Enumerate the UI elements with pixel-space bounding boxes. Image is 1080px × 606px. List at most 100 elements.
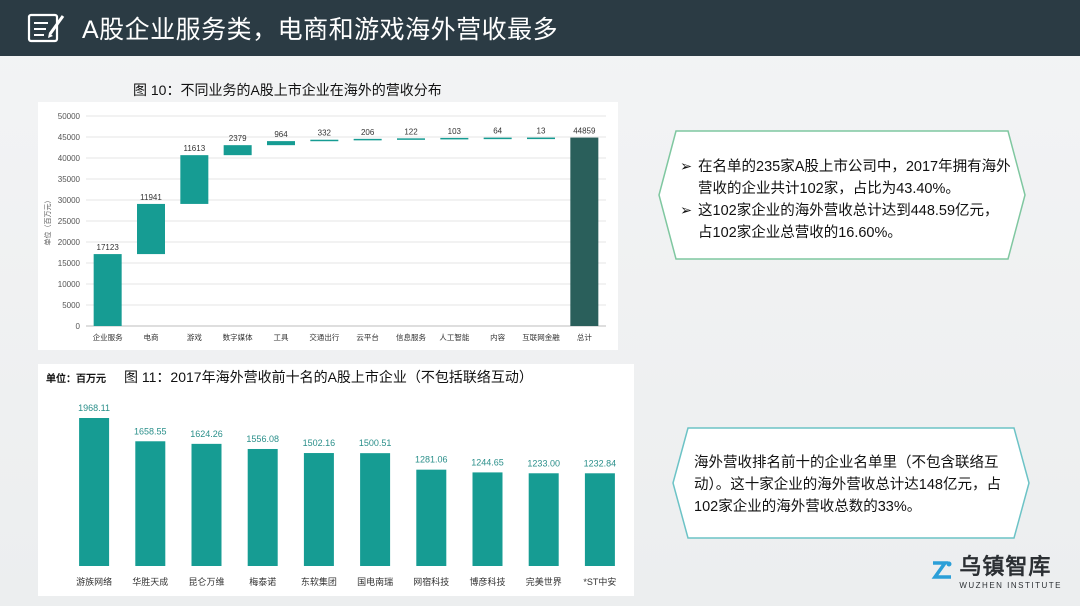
waterfall-bar <box>310 139 339 142</box>
company-bar <box>528 473 559 566</box>
x-tick-label: 网宿科技 <box>413 576 449 587</box>
waterfall-bar <box>180 155 209 204</box>
x-tick-label: 企业服务 <box>93 332 123 342</box>
data-label: 1624.26 <box>190 429 223 439</box>
x-tick-label: 游族网络 <box>76 576 112 587</box>
x-tick-label: 游戏 <box>187 332 202 342</box>
y-tick-label: 0 <box>76 322 81 331</box>
data-label: 1244.65 <box>471 457 504 467</box>
logo-zh: 乌镇智库 <box>959 554 1052 579</box>
x-tick-label: 电商 <box>144 332 159 342</box>
y-tick-label: 10000 <box>58 280 81 289</box>
data-label: 1502.16 <box>303 438 336 448</box>
waterfall-chart: 0 5000 10000 15000 20000 25000 30000 35000 40000… <box>43 112 606 342</box>
x-tick-label: 总计 <box>577 332 592 342</box>
data-label: 11941 <box>140 193 162 202</box>
company-bar <box>472 472 503 566</box>
waterfall-bar <box>397 138 425 140</box>
data-label: 122 <box>404 127 418 136</box>
y-tick-label: 25000 <box>58 217 81 226</box>
waterfall-bar <box>93 254 122 326</box>
data-label: 1232.84 <box>584 458 617 468</box>
data-label: 1500.51 <box>359 438 392 448</box>
x-tick-label: 博彦科技 <box>469 576 505 587</box>
data-label: 964 <box>274 130 288 139</box>
data-label: 1658.55 <box>134 426 167 436</box>
company-bar <box>303 453 334 566</box>
company-bar <box>79 418 110 566</box>
logo-mark-icon <box>931 560 952 579</box>
y-tick-label: 45000 <box>58 133 81 142</box>
wuzhen-logo: 乌镇智库 WUZHEN INSTITUTE <box>929 549 1062 590</box>
callout1-bullet: ➢ 在名单的235家A股上市公司中，2017年拥有海外营收的企业共计102家，占… <box>680 156 1012 200</box>
figure10-panel: 0 5000 10000 15000 20000 25000 30000 35000 40000… <box>38 102 618 350</box>
data-label: 1556.08 <box>246 434 279 444</box>
figure11-title: 图 11：2017年海外营收前十名的A股上市企业（不包括联络互动） <box>124 369 533 385</box>
waterfall-bar <box>137 203 165 255</box>
figure11-panel: 单位：百万元 图 11：2017年海外营收前十名的A股上市企业（不包括联络互动）… <box>38 364 634 596</box>
waterfall-bar <box>440 137 469 140</box>
waterfall-bar <box>353 138 382 141</box>
x-tick-label: *ST中安 <box>583 576 616 587</box>
callout2-text: 海外营收排名前十的企业名单里（不包含联络互动）。这十家企业的海外营收总计达148… <box>694 455 1001 515</box>
x-tick-label: 内容 <box>490 332 505 342</box>
x-tick-label: 昆仑万维 <box>188 576 224 587</box>
company-bar <box>584 473 615 566</box>
x-tick-label: 交通出行 <box>309 332 339 342</box>
callout1-bullet: ➢ 这102家企业的海外营收总计达到448.59亿元，占102家企业总营收的16… <box>680 200 1012 244</box>
page-title: A股企业服务类，电商和游戏海外营收最多 <box>82 16 559 44</box>
data-label: 44859 <box>573 127 596 136</box>
waterfall-bar <box>223 145 252 156</box>
data-label: 17123 <box>97 243 120 252</box>
logo-en: WUZHEN INSTITUTE <box>959 581 1062 590</box>
y-axis-label: 单位（百万元） <box>43 197 52 246</box>
y-tick-label: 35000 <box>58 175 81 184</box>
waterfall-bar <box>267 141 295 146</box>
callout-box-1: ➢ 在名单的235家A股上市公司中，2017年拥有海外营收的企业共计102家，占… <box>658 130 1026 260</box>
x-tick-label: 人工智能 <box>439 332 469 342</box>
header-bar: A股企业服务类，电商和游戏海外营收最多 <box>0 0 1080 56</box>
figure11-unit: 单位：百万元 <box>46 374 106 385</box>
y-tick-label: 20000 <box>58 238 81 247</box>
data-label: 2379 <box>229 134 247 143</box>
x-tick-label: 完美世界 <box>526 576 562 587</box>
y-tick-label: 40000 <box>58 154 81 163</box>
company-bar <box>135 441 166 566</box>
data-label: 1281.06 <box>415 455 448 465</box>
x-tick-label: 云平台 <box>356 332 379 342</box>
company-bar <box>416 469 447 566</box>
callout-box-2: 海外营收排名前十的企业名单里（不包含联络互动）。这十家企业的海外营收总计达148… <box>672 427 1030 539</box>
top10-bar-chart: 1968.11 游族网络 1658.55 华胜天成 1624.26 昆仑万维 1556.08… <box>76 403 617 587</box>
x-tick-label: 信息服务 <box>396 332 426 342</box>
data-label: 332 <box>318 129 332 138</box>
data-label: 13 <box>537 127 546 136</box>
y-tick-label: 50000 <box>58 112 81 121</box>
company-bar <box>360 453 391 566</box>
data-label: 103 <box>448 127 462 136</box>
arrow-bullet-icon: ➢ <box>680 203 693 219</box>
y-tick-label: 30000 <box>58 196 81 205</box>
data-label: 11613 <box>184 144 206 153</box>
waterfall-bar <box>570 137 599 326</box>
data-label: 1968.11 <box>78 403 110 413</box>
x-tick-label: 梅泰诺 <box>249 576 276 587</box>
waterfall-bar <box>483 137 512 140</box>
y-tick-label: 15000 <box>58 259 81 268</box>
x-tick-label: 华胜天成 <box>132 576 168 587</box>
callout1-bullet-text: 这102家企业的海外营收总计达到448.59亿元，占102家企业总营收的16.6… <box>698 203 999 241</box>
company-bar <box>191 443 222 566</box>
data-label: 206 <box>361 128 375 137</box>
edit-document-icon <box>24 8 68 48</box>
x-tick-label: 国电南瑞 <box>357 576 393 587</box>
data-label: 64 <box>493 127 502 136</box>
callout1-bullet-text: 在名单的235家A股上市公司中，2017年拥有海外营收的企业共计102家，占比为… <box>698 159 1011 197</box>
x-tick-label: 数字媒体 <box>223 332 253 342</box>
x-tick-label: 互联网金融 <box>522 332 560 342</box>
data-label: 1233.00 <box>527 458 560 468</box>
y-tick-label: 5000 <box>62 301 80 310</box>
company-bar <box>247 448 278 566</box>
x-tick-label: 工具 <box>274 333 289 342</box>
arrow-bullet-icon: ➢ <box>680 159 693 175</box>
figure10-title: 图 10：不同业务的A股上市企业在海外的营收分布 <box>133 82 442 98</box>
waterfall-bar <box>527 137 555 140</box>
